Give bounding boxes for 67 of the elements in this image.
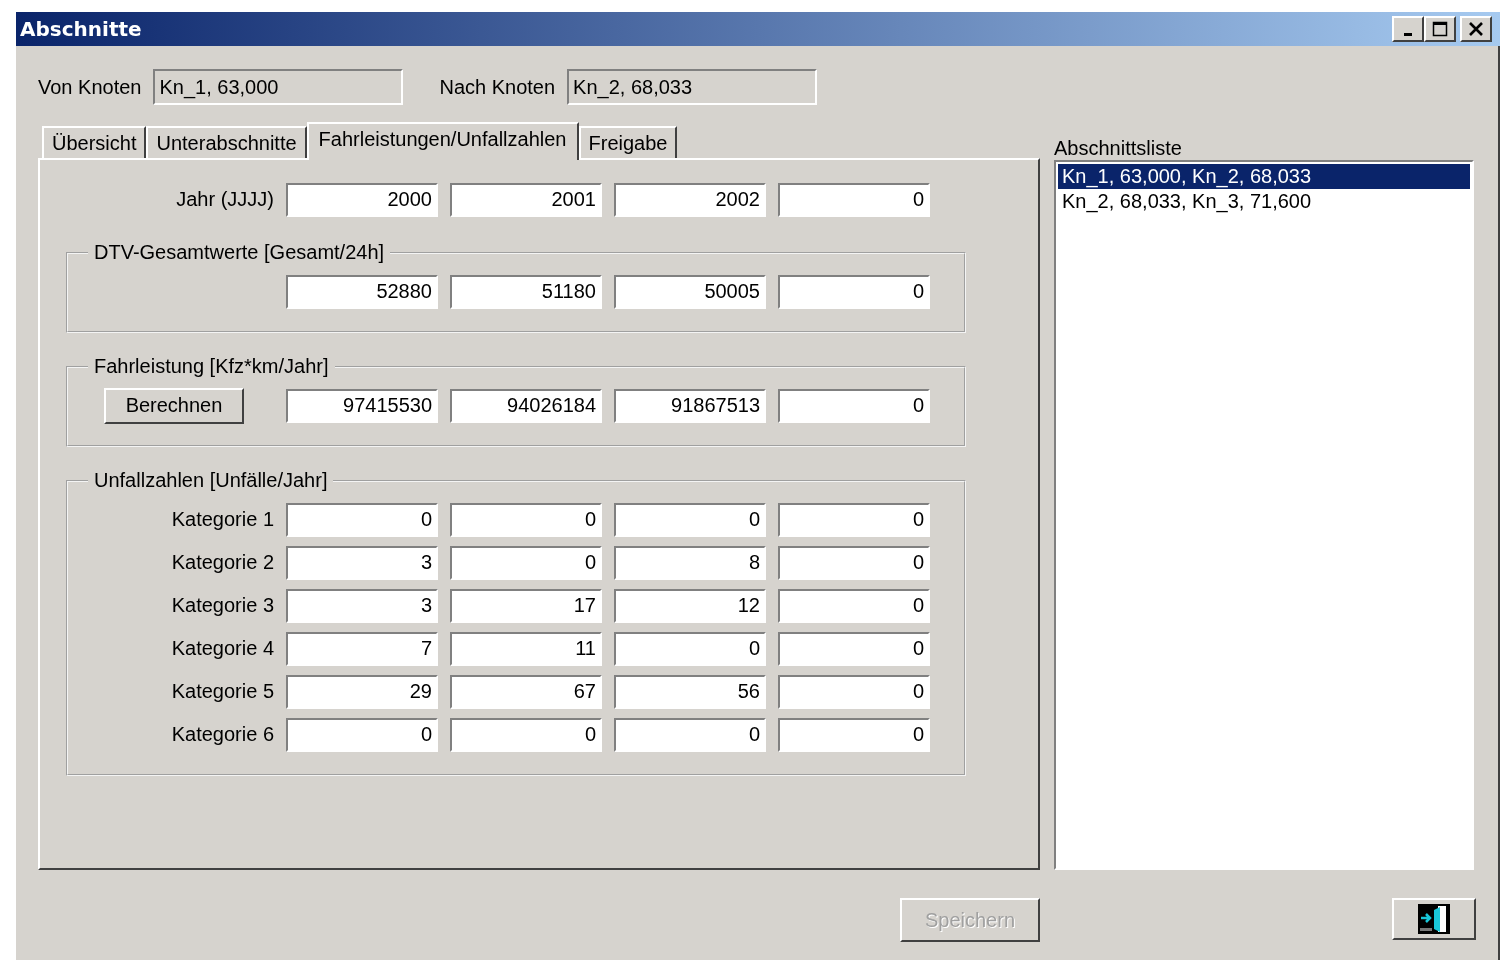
- tab[interactable]: Freigabe: [578, 126, 678, 158]
- value-field[interactable]: 29: [286, 674, 438, 709]
- value-field[interactable]: 97415530: [286, 388, 438, 423]
- value-field[interactable]: 0: [286, 717, 438, 752]
- value-field[interactable]: 0: [778, 274, 930, 309]
- value-field[interactable]: 17: [450, 588, 602, 623]
- row-label: Kategorie 2: [171, 551, 274, 574]
- value-field[interactable]: 0: [614, 502, 766, 537]
- value-field[interactable]: 0: [778, 717, 930, 752]
- field-label: Nach Knoten: [439, 75, 556, 99]
- close-button[interactable]: [1460, 16, 1492, 42]
- value-field[interactable]: 12: [614, 588, 766, 623]
- value-field[interactable]: 0: [614, 717, 766, 752]
- to-node-field[interactable]: Kn_2, 68,033: [567, 69, 818, 105]
- minimize-icon: [1404, 32, 1412, 36]
- value-field[interactable]: 0: [286, 502, 438, 537]
- value-field[interactable]: 0: [778, 388, 930, 423]
- row-label: Kategorie 1: [171, 508, 274, 531]
- value-field[interactable]: 8: [614, 545, 766, 580]
- value-field[interactable]: 51180: [450, 274, 602, 309]
- value-field[interactable]: 3: [286, 545, 438, 580]
- group-title: DTV-Gesamtwerte [Gesamt/24h]: [93, 241, 386, 264]
- year-field[interactable]: 2000: [286, 182, 438, 217]
- value-field[interactable]: 67: [450, 674, 602, 709]
- year-field[interactable]: 2002: [614, 182, 766, 217]
- value-field[interactable]: 7: [286, 631, 438, 666]
- window-title: Abschnitte: [20, 17, 142, 41]
- row-label: Kategorie 4: [171, 637, 274, 660]
- calculate-button[interactable]: Berechnen: [104, 387, 244, 424]
- value-field[interactable]: 11: [450, 631, 602, 666]
- value-field[interactable]: 0: [450, 545, 602, 580]
- value-field[interactable]: 50005: [614, 274, 766, 309]
- from-node-field[interactable]: Kn_1, 63,000: [153, 69, 404, 105]
- value-field[interactable]: 0: [450, 717, 602, 752]
- list-label: Abschnittsliste: [1054, 136, 1183, 160]
- year-field[interactable]: 2001: [450, 182, 602, 217]
- value-field[interactable]: 0: [778, 502, 930, 537]
- tab[interactable]: Unterabschnitte: [146, 126, 307, 158]
- row-label: Kategorie 3: [171, 594, 274, 617]
- list-item[interactable]: Kn_2, 68,033, Kn_3, 71,600: [1058, 189, 1470, 214]
- close-icon: [1468, 21, 1484, 37]
- value-field[interactable]: 0: [614, 631, 766, 666]
- group-title: Fahrleistung [Kfz*km/Jahr]: [93, 355, 330, 378]
- value-field[interactable]: 52880: [286, 274, 438, 309]
- row-label: Kategorie 6: [171, 723, 274, 746]
- group-title: Unfallzahlen [Unfälle/Jahr]: [93, 469, 329, 492]
- value-field[interactable]: 56: [614, 674, 766, 709]
- field-label: Von Knoten: [38, 75, 142, 99]
- tab[interactable]: Fahrleistungen/Unfallzahlen: [306, 122, 579, 160]
- door-exit-icon: [1418, 904, 1450, 934]
- exit-button[interactable]: [1392, 898, 1476, 940]
- value-field[interactable]: 0: [778, 674, 930, 709]
- value-field[interactable]: 0: [778, 588, 930, 623]
- tab[interactable]: Übersicht: [42, 126, 147, 158]
- value-field[interactable]: 91867513: [614, 388, 766, 423]
- value-field[interactable]: 94026184: [450, 388, 602, 423]
- list-item[interactable]: Kn_1, 63,000, Kn_2, 68,033: [1058, 164, 1470, 189]
- value-field[interactable]: 0: [778, 545, 930, 580]
- year-field[interactable]: 0: [778, 182, 930, 217]
- value-field[interactable]: 0: [778, 631, 930, 666]
- minimize-button[interactable]: [1392, 16, 1424, 42]
- value-field[interactable]: 3: [286, 588, 438, 623]
- row-label: Jahr (JJJJ): [176, 188, 274, 211]
- row-label: Kategorie 5: [171, 680, 274, 703]
- maximize-button[interactable]: [1424, 16, 1456, 42]
- value-field[interactable]: 0: [450, 502, 602, 537]
- maximize-icon: [1432, 21, 1448, 37]
